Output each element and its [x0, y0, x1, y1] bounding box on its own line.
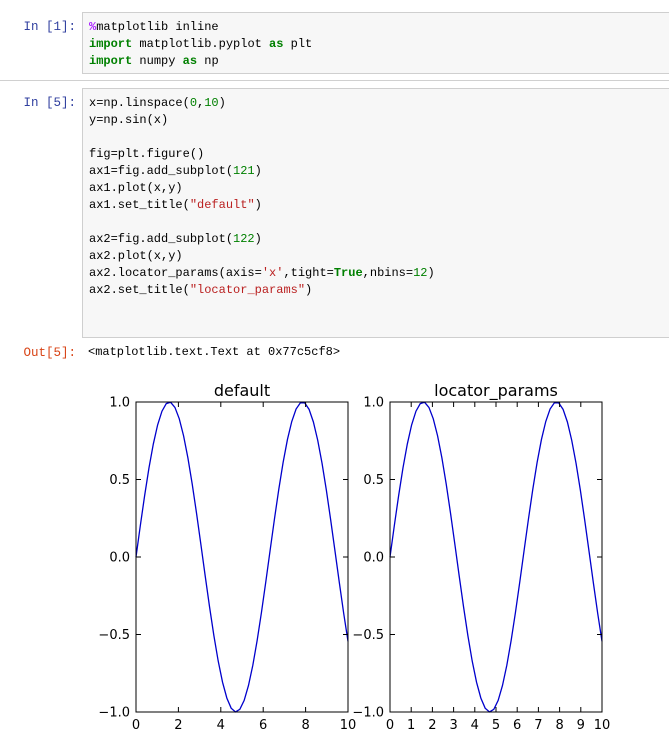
code-token: y=np.sin(x)	[89, 113, 169, 127]
y-tick-label: −0.5	[352, 628, 384, 643]
y-tick-label: 1.0	[109, 396, 130, 411]
series-line	[389, 401, 603, 713]
chart-title: default	[214, 381, 270, 400]
code-token: matplotlib inline	[96, 20, 219, 34]
code-input[interactable]: %matplotlib inline import matplotlib.pypl…	[82, 12, 669, 74]
y-tick-label: 1.0	[363, 396, 384, 411]
y-tick-label: −0.5	[98, 628, 130, 643]
code-token: ax2.set_title(	[89, 283, 190, 297]
x-tick-label: 1	[407, 718, 415, 733]
code-token: 'x'	[261, 266, 284, 280]
x-tick-label: 9	[577, 718, 585, 733]
x-tick-label: 4	[217, 718, 225, 733]
y-tick-label: −1.0	[98, 706, 130, 721]
code-token: )	[254, 164, 262, 178]
chart-title: locator_params	[434, 381, 558, 401]
code-token: fig=plt.figure()	[89, 147, 205, 161]
code-token: ax2=fig.add_subplot(	[89, 232, 234, 246]
code-token: )	[218, 96, 226, 110]
x-tick-label: 8	[555, 718, 563, 733]
code-line: ax1.set_title("default")	[89, 197, 663, 214]
code-token: 0	[189, 96, 198, 110]
code-token: 121	[233, 164, 255, 178]
y-tick-label: 0.0	[109, 551, 130, 566]
y-tick-label: 0.5	[363, 473, 384, 488]
code-line: import matplotlib.pyplot as plt	[89, 36, 663, 53]
x-tick-label: 5	[492, 718, 500, 733]
code-token: 12	[413, 266, 428, 280]
x-tick-label: 10	[594, 718, 611, 733]
code-token: import	[89, 54, 133, 68]
output-figure: default0 2 4 6 8 101.00.50.0−0.5−1.0locator_p…	[98, 381, 611, 733]
code-token: as	[182, 54, 198, 68]
axes-frame	[135, 401, 349, 713]
x-tick-label: 0	[386, 718, 394, 733]
code-line: ax2=fig.add_subplot(122)	[89, 231, 663, 248]
code-token: )	[254, 198, 262, 212]
code-token: )	[427, 266, 435, 280]
x-tick-label: 6	[513, 718, 521, 733]
code-cell-1[interactable]: In [1]: %matplotlib inline import matplot…	[0, 12, 669, 74]
code-token: np	[197, 54, 219, 68]
code-token: )	[254, 232, 262, 246]
code-token: matplotlib.pyplot	[132, 37, 270, 51]
code-text: %matplotlib inline import matplotlib.pypl…	[89, 19, 663, 70]
code-cell-2[interactable]: In [5]: x=np.linspace(0,10) y=np.sin(x) fi…	[0, 88, 669, 338]
output-text: <matplotlib.text.Text at 0x77c5cf8>	[88, 345, 341, 359]
y-tick-label: 0.0	[363, 551, 384, 566]
code-line: ax2.locator_params(axis='x',tight=True,n…	[89, 265, 663, 282]
code-token: ax2.locator_params(axis=	[89, 266, 262, 280]
code-token: True	[333, 266, 363, 280]
x-tick-label: 8	[301, 718, 309, 733]
code-line: ax2.set_title("locator_params")	[89, 282, 663, 299]
x-tick-label: 2	[428, 718, 436, 733]
cell-separator	[0, 80, 669, 81]
code-line: fig=plt.figure()	[89, 146, 663, 163]
code-line: import numpy as np	[89, 53, 663, 70]
code-token: ,tight=	[283, 266, 334, 280]
code-token: ax1.plot(x,y)	[89, 181, 183, 195]
cell-prompt: In [1]:	[23, 20, 76, 34]
code-token: ax1=fig.add_subplot(	[89, 164, 234, 178]
code-token: ax2.plot(x,y)	[89, 249, 183, 263]
code-line: %matplotlib inline	[89, 19, 663, 36]
code-input[interactable]: x=np.linspace(0,10) y=np.sin(x) fig=plt.fi…	[82, 88, 669, 338]
code-token: ,nbins=	[362, 266, 414, 280]
x-tick-label: 7	[534, 718, 542, 733]
code-token: import	[89, 37, 133, 51]
code-token: ax1.set_title(	[89, 198, 190, 212]
code-token: numpy	[132, 54, 183, 68]
code-token: plt	[283, 37, 313, 51]
code-line: ax2.plot(x,y)	[89, 248, 663, 265]
x-tick-label: 2	[174, 718, 182, 733]
axes-frame	[389, 401, 603, 713]
x-tick-label: 6	[259, 718, 267, 733]
code-token: "default"	[189, 198, 255, 212]
x-tick-label: 4	[471, 718, 479, 733]
code-token: as	[269, 37, 284, 51]
code-line: y=np.sin(x)	[89, 112, 663, 129]
code-token: x=np.linspace(	[89, 96, 190, 110]
code-line: x=np.linspace(0,10)	[89, 95, 663, 112]
x-tick-label: 0	[132, 718, 140, 733]
code-line: ax1=fig.add_subplot(121)	[89, 163, 663, 180]
y-tick-label: 0.5	[109, 473, 130, 488]
code-text: x=np.linspace(0,10) y=np.sin(x) fig=plt.fi…	[89, 95, 663, 299]
output-prompt: Out[5]:	[23, 346, 76, 360]
code-token: "locator_params"	[189, 283, 306, 297]
cell-prompt: In [5]:	[23, 96, 76, 110]
code-token: )	[305, 283, 313, 297]
series-line	[135, 401, 349, 713]
y-tick-label: −1.0	[352, 706, 384, 721]
code-line: ax1.plot(x,y)	[89, 180, 663, 197]
code-token: 10	[204, 96, 219, 110]
x-tick-label: 3	[449, 718, 457, 733]
code-token: 122	[233, 232, 255, 246]
